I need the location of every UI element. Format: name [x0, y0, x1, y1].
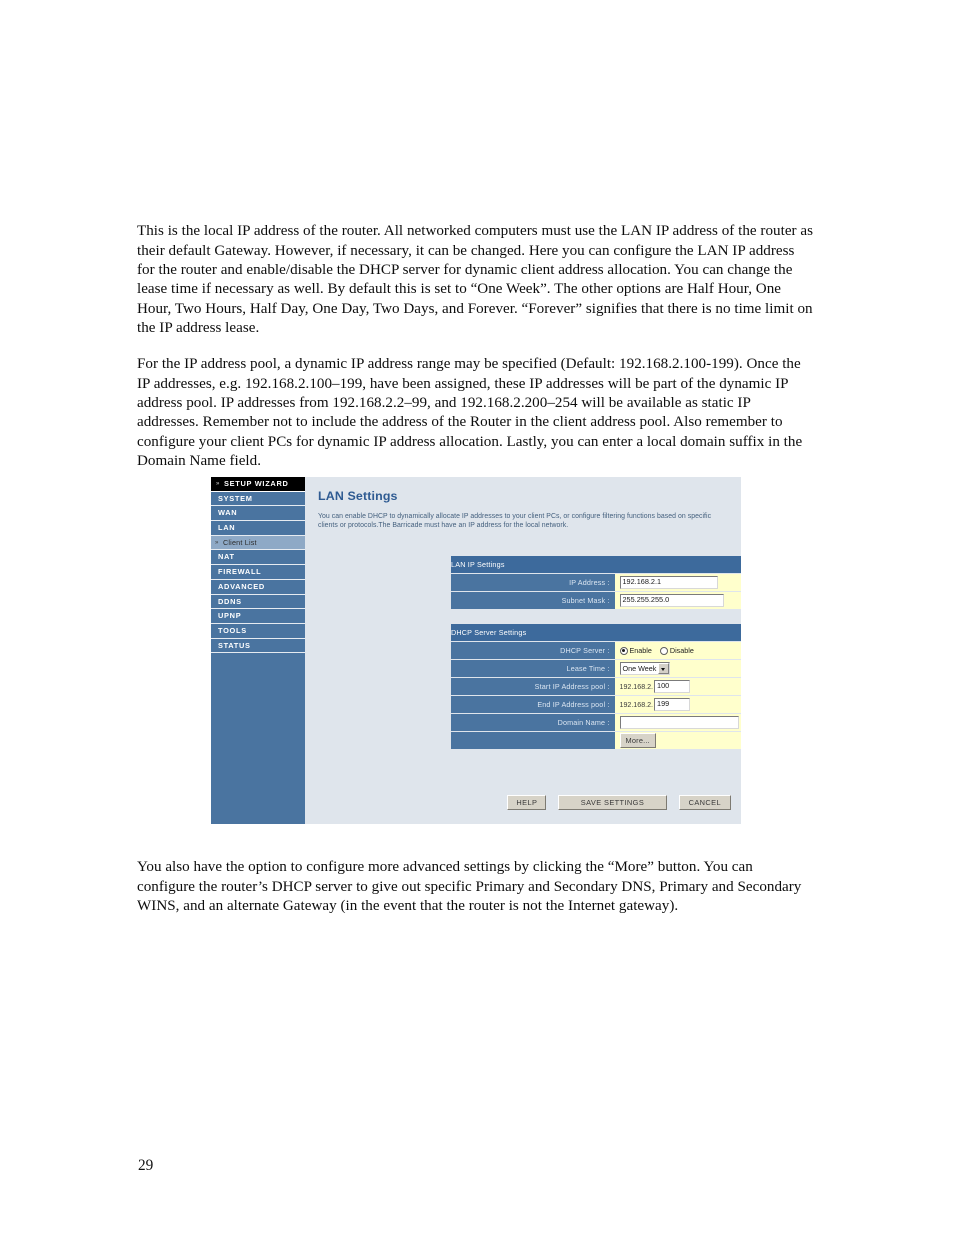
footer-button-bar: HELP SAVE SETTINGS CANCEL	[500, 792, 731, 810]
sidebar-filler	[211, 653, 305, 824]
sidebar-item-status[interactable]: STATUS	[211, 638, 305, 654]
sidebar-item-client-list[interactable]: » Client List	[211, 535, 305, 551]
start-ip-pool-prefix: 192.168.2.	[619, 682, 654, 691]
start-ip-pool-input[interactable]: 100	[654, 680, 691, 693]
sidebar-item-ddns[interactable]: DDNS	[211, 594, 305, 610]
start-ip-pool-label: Start IP Address pool :	[451, 677, 615, 696]
table-row: End IP Address pool : 192.168.2. 199	[451, 695, 741, 714]
page-number: 29	[138, 1157, 154, 1174]
sidebar-item-upnp[interactable]: UPnP	[211, 609, 305, 624]
sidebar-item-label: STATUS	[218, 640, 251, 650]
sidebar-item-lan[interactable]: LAN	[211, 521, 305, 536]
paragraph-more-button-description: You also have the option to configure mo…	[137, 859, 802, 914]
end-ip-pool-cell: 192.168.2. 199	[614, 695, 741, 714]
start-ip-pool-cell: 192.168.2. 100	[614, 677, 741, 696]
main-content-panel: LAN Settings You can enable DHCP to dyna…	[305, 477, 741, 824]
sidebar-item-wan[interactable]: WAN	[211, 506, 305, 522]
router-admin-screenshot: » SETUP WIZARD SYSTEM WAN LAN » Client L…	[211, 477, 741, 824]
sidebar-item-system[interactable]: SYSTEM	[211, 491, 305, 507]
sidebar-item-label: TOOLS	[218, 625, 247, 635]
table-row: Domain Name :	[451, 713, 741, 732]
sidebar-item-tools[interactable]: TOOLS	[211, 623, 305, 639]
sidebar-item-setup-wizard[interactable]: » SETUP WIZARD	[211, 477, 305, 492]
section-header-lan-ip-settings: LAN IP Settings	[451, 556, 741, 574]
paragraph-ip-address-pool-description: For the IP address pool, a dynamic IP ad…	[137, 356, 803, 470]
more-button[interactable]: More...	[619, 733, 656, 748]
table-section-header-row: LAN IP Settings	[451, 556, 741, 574]
ip-address-label: IP Address :	[451, 573, 615, 592]
sidebar-item-label: NAT	[218, 552, 235, 562]
chevron-down-icon	[658, 663, 670, 675]
dhcp-enable-radio[interactable]: Enable	[619, 646, 652, 656]
dhcp-server-label: DHCP Server :	[451, 641, 615, 660]
dhcp-server-settings-table: DHCP Server Settings DHCP Server : Enabl…	[451, 624, 741, 750]
end-ip-pool-input[interactable]: 199	[654, 698, 691, 711]
dhcp-disable-radio[interactable]: Disable	[659, 646, 694, 656]
sidebar-navigation: » SETUP WIZARD SYSTEM WAN LAN » Client L…	[211, 477, 305, 824]
document-page: This is the local IP address of the rout…	[0, 0, 954, 1235]
table-row: Subnet Mask : 255.255.255.0	[451, 591, 741, 610]
save-settings-button[interactable]: SAVE SETTINGS	[557, 795, 668, 810]
sidebar-item-label: FIREWALL	[218, 567, 262, 577]
sidebar-item-label: SYSTEM	[218, 493, 253, 503]
dhcp-server-cell: Enable Disable	[614, 641, 741, 660]
end-ip-pool-prefix: 192.168.2.	[619, 700, 654, 709]
table-row: DHCP Server : Enable Disable	[451, 641, 741, 660]
dhcp-enable-label: Enable	[629, 646, 652, 656]
sidebar-item-label: UPnP	[218, 611, 242, 621]
page-title: LAN Settings	[318, 489, 398, 503]
dhcp-server-radio-group: Enable Disable	[619, 646, 700, 656]
sidebar-item-label: DDNS	[218, 596, 242, 606]
domain-name-input[interactable]	[619, 716, 739, 729]
lan-ip-settings-table: LAN IP Settings IP Address : 192.168.2.1…	[451, 556, 741, 610]
help-button[interactable]: HELP	[507, 795, 547, 810]
sidebar-item-label: ADVANCED	[218, 581, 265, 591]
sidebar-item-label: WAN	[218, 508, 238, 518]
more-row-spacer	[451, 731, 615, 750]
chevron-right-icon: »	[216, 481, 221, 487]
domain-name-cell	[614, 713, 741, 732]
sidebar-item-nat[interactable]: NAT	[211, 550, 305, 566]
more-button-cell: More...	[614, 731, 741, 750]
subnet-mask-cell: 255.255.255.0	[614, 591, 741, 610]
domain-name-label: Domain Name :	[451, 713, 615, 732]
sidebar-item-label: LAN	[218, 523, 236, 533]
ip-address-input[interactable]: 192.168.2.1	[619, 576, 718, 589]
subnet-mask-label: Subnet Mask :	[451, 591, 615, 610]
table-row: Start IP Address pool : 192.168.2. 100	[451, 677, 741, 696]
section-header-dhcp-server-settings: DHCP Server Settings	[451, 624, 741, 642]
end-ip-pool-label: End IP Address pool :	[451, 695, 615, 714]
sidebar-item-label: Client List	[223, 537, 257, 547]
dhcp-disable-label: Disable	[669, 646, 694, 656]
table-row: More...	[451, 731, 741, 750]
sidebar-item-advanced[interactable]: ADVANCED	[211, 579, 305, 595]
subnet-mask-input[interactable]: 255.255.255.0	[619, 594, 724, 607]
lease-time-selected-value: One Week	[622, 664, 657, 673]
sidebar-item-label: SETUP WIZARD	[224, 479, 289, 488]
lease-time-select[interactable]: One Week	[619, 662, 671, 675]
sidebar-item-firewall[interactable]: FIREWALL	[211, 565, 305, 580]
lease-time-cell: One Week	[614, 659, 741, 678]
table-section-header-row: DHCP Server Settings	[451, 624, 741, 642]
radio-selected-icon	[619, 646, 628, 655]
radio-unselected-icon	[659, 646, 668, 655]
table-row: Lease Time : One Week	[451, 659, 741, 678]
table-row: IP Address : 192.168.2.1	[451, 573, 741, 592]
cancel-button[interactable]: CANCEL	[678, 795, 731, 810]
lease-time-label: Lease Time :	[451, 659, 615, 678]
paragraph-local-ip-description: This is the local IP address of the rout…	[137, 223, 813, 337]
ip-address-cell: 192.168.2.1	[614, 573, 741, 592]
chevron-right-icon: »	[215, 539, 219, 546]
page-description: You can enable DHCP to dynamically alloc…	[318, 513, 712, 530]
